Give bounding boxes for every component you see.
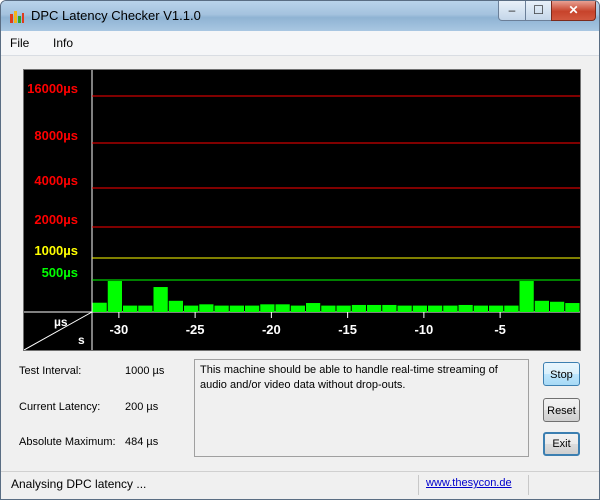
y-tick-label: 2000µs	[34, 212, 78, 227]
latency-chart: µs s 16000µs 8000µs 4000µs 2000µs 1000µs 500µ…	[24, 70, 580, 350]
latency-bar	[534, 300, 549, 312]
y-tick-label: 16000µs	[27, 81, 78, 96]
latency-graph: µs s 16000µs 8000µs 4000µs 2000µs 1000µs 500µ…	[23, 69, 581, 351]
test-interval-label: Test Interval:	[19, 365, 82, 377]
menu-info[interactable]: Info	[53, 36, 73, 50]
title-bar[interactable]: DPC Latency Checker V1.1.0 – ☐ ✕	[1, 1, 599, 31]
y-tick-label: 1000µs	[34, 243, 78, 258]
latency-bar	[321, 305, 336, 312]
x-tick-label: -5	[494, 322, 506, 337]
latency-bar	[229, 305, 244, 312]
current-latency-label: Current Latency:	[19, 401, 101, 413]
latency-bar	[412, 305, 427, 312]
maximize-button[interactable]: ☐	[525, 1, 552, 21]
latency-bar	[92, 302, 107, 312]
status-text: Analysing DPC latency ...	[11, 477, 147, 491]
latency-bar	[123, 305, 138, 312]
latency-bar	[428, 305, 443, 312]
x-tick-label: -15	[338, 322, 357, 337]
current-latency-value: 200 µs	[125, 401, 159, 413]
menu-bar: File Info	[1, 31, 599, 56]
status-separator	[528, 475, 529, 495]
latency-bar	[107, 281, 122, 312]
latency-bar	[245, 305, 260, 312]
latency-bar	[168, 300, 183, 312]
latency-bar	[214, 305, 229, 312]
latency-bar	[443, 305, 458, 312]
stop-button[interactable]: Stop	[543, 362, 580, 386]
latency-bar	[184, 305, 199, 312]
x-unit-label: s	[78, 333, 85, 347]
x-tick-label: -20	[262, 322, 281, 337]
y-unit-label: µs	[54, 315, 68, 329]
reset-button[interactable]: Reset	[543, 398, 580, 422]
y-tick-label: 500µs	[42, 265, 78, 280]
latency-bar	[397, 305, 412, 312]
y-tick-label: 8000µs	[34, 128, 78, 143]
menu-file[interactable]: File	[10, 36, 29, 50]
test-interval-value: 1000 µs	[125, 365, 165, 377]
latency-bar	[550, 301, 565, 312]
latency-bar	[199, 304, 214, 312]
latency-bar	[458, 304, 473, 312]
latency-bar	[138, 305, 153, 312]
website-link[interactable]: www.thesycon.de	[426, 477, 512, 489]
exit-button[interactable]: Exit	[543, 432, 580, 456]
latency-bar	[519, 281, 534, 312]
latency-bar	[473, 305, 488, 312]
latency-bar	[153, 287, 168, 312]
window-title: DPC Latency Checker V1.1.0	[31, 8, 201, 23]
latency-bar	[351, 304, 366, 312]
latency-bar	[306, 303, 321, 312]
x-tick-label: -10	[414, 322, 433, 337]
app-window: DPC Latency Checker V1.1.0 – ☐ ✕ File In…	[0, 0, 600, 500]
status-separator	[418, 475, 419, 495]
app-icon	[10, 11, 24, 23]
x-tick-label: -30	[109, 322, 128, 337]
latency-bar	[504, 305, 519, 312]
status-bar: Analysing DPC latency ... www.thesycon.d…	[1, 471, 599, 499]
latency-bar	[382, 304, 397, 312]
absolute-max-label: Absolute Maximum:	[19, 436, 116, 448]
latency-bar	[260, 304, 275, 312]
latency-bar	[565, 303, 580, 312]
result-message: This machine should be able to handle re…	[194, 359, 529, 457]
latency-bar	[290, 305, 305, 312]
absolute-max-value: 484 µs	[125, 436, 159, 448]
latency-bar	[489, 305, 504, 312]
latency-bar	[336, 305, 351, 312]
x-tick-label: -25	[186, 322, 205, 337]
latency-bar	[275, 304, 290, 312]
y-tick-label: 4000µs	[34, 173, 78, 188]
latency-bar	[367, 304, 382, 312]
minimize-button[interactable]: –	[498, 1, 526, 21]
close-button[interactable]: ✕	[551, 1, 596, 21]
